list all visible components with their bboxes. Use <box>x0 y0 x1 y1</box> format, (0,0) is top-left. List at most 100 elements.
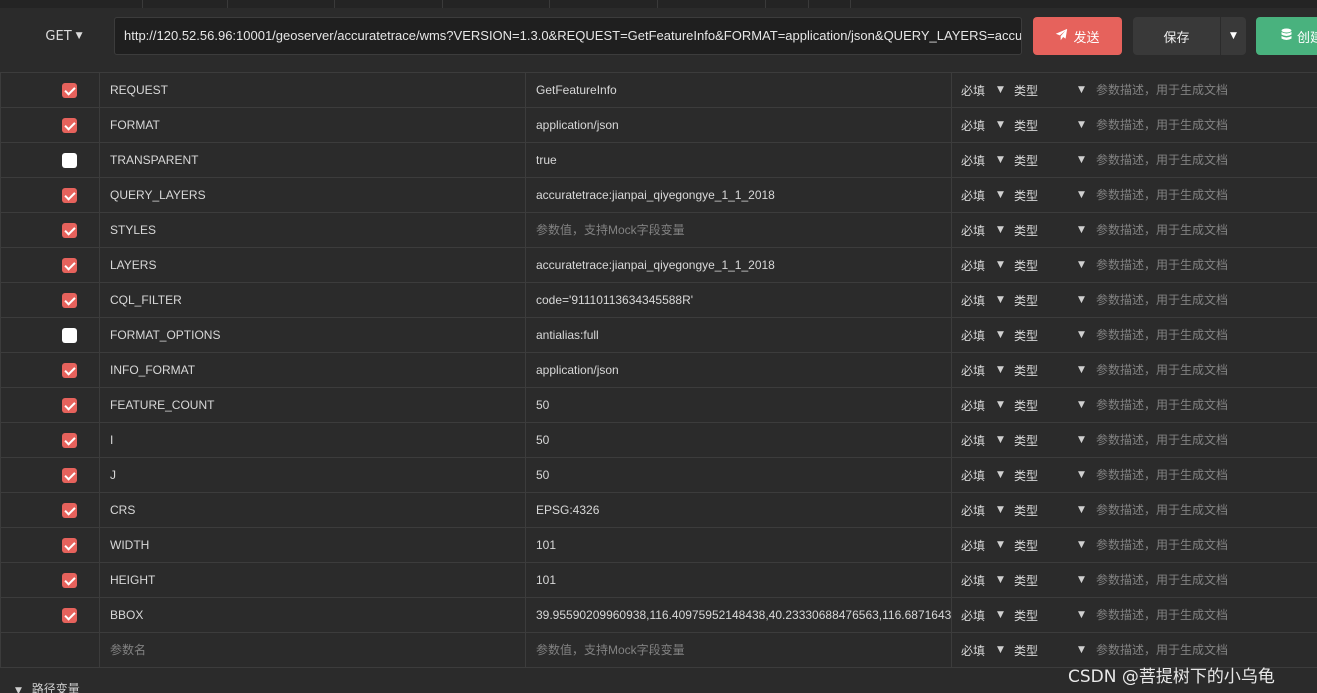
param-description-input[interactable]: 参数描述，用于生成文档 <box>1088 73 1317 107</box>
type-select[interactable]: 类型 ▼ <box>1008 248 1088 282</box>
type-select[interactable]: 类型 ▼ <box>1008 73 1088 107</box>
enable-checkbox[interactable] <box>62 468 77 483</box>
enable-checkbox[interactable] <box>62 258 77 273</box>
required-select[interactable]: 必填 ▼ <box>952 213 1008 247</box>
required-select[interactable]: 必填 ▼ <box>952 178 1008 212</box>
param-name-input[interactable]: FEATURE_COUNT <box>100 388 526 422</box>
required-select[interactable]: 必填 ▼ <box>952 423 1008 457</box>
type-select[interactable]: 类型 ▼ <box>1008 528 1088 562</box>
required-select[interactable]: 必填 ▼ <box>952 248 1008 282</box>
type-select[interactable]: 类型 ▼ <box>1008 353 1088 387</box>
param-value-input[interactable]: antialias:full <box>526 318 952 352</box>
new-param-name-input[interactable]: 参数名 <box>100 633 526 667</box>
param-description-input[interactable]: 参数描述，用于生成文档 <box>1088 318 1317 352</box>
param-description-input[interactable]: 参数描述，用于生成文档 <box>1088 423 1317 457</box>
method-select[interactable]: GET ▼ <box>22 17 106 55</box>
required-select[interactable]: 必填 ▼ <box>952 318 1008 352</box>
type-select[interactable]: 类型 ▼ <box>1008 493 1088 527</box>
create-button[interactable]: 创建 <box>1256 17 1317 55</box>
param-value-input[interactable]: application/json <box>526 108 952 142</box>
path-variables-toggle[interactable]: ▼ 路径变量 <box>15 680 80 693</box>
param-description-input[interactable]: 参数描述，用于生成文档 <box>1088 283 1317 317</box>
required-select[interactable]: 必填 ▼ <box>952 353 1008 387</box>
param-value-input[interactable]: 101 <box>526 563 952 597</box>
required-select[interactable]: 必填 ▼ <box>952 528 1008 562</box>
param-description-input[interactable]: 参数描述，用于生成文档 <box>1088 108 1317 142</box>
required-select[interactable]: 必填 ▼ <box>952 633 1008 667</box>
enable-checkbox[interactable] <box>62 118 77 133</box>
param-description-input[interactable]: 参数描述，用于生成文档 <box>1088 178 1317 212</box>
type-select[interactable]: 类型 ▼ <box>1008 563 1088 597</box>
param-value-input[interactable]: accuratetrace:jianpai_qiyegongye_1_1_201… <box>526 178 952 212</box>
param-value-input[interactable]: accuratetrace:jianpai_qiyegongye_1_1_201… <box>526 248 952 282</box>
param-name-input[interactable]: STYLES <box>100 213 526 247</box>
param-description-input[interactable]: 参数描述，用于生成文档 <box>1088 143 1317 177</box>
param-name-input[interactable]: HEIGHT <box>100 563 526 597</box>
send-button[interactable]: 发送 <box>1033 17 1122 55</box>
enable-checkbox[interactable] <box>62 363 77 378</box>
type-select[interactable]: 类型 ▼ <box>1008 318 1088 352</box>
enable-checkbox[interactable] <box>62 608 77 623</box>
param-value-input[interactable]: application/json <box>526 353 952 387</box>
param-value-input[interactable]: 39.95590209960938,116.40975952148438,40.… <box>526 598 952 632</box>
param-description-input[interactable]: 参数描述，用于生成文档 <box>1088 493 1317 527</box>
required-select[interactable]: 必填 ▼ <box>952 108 1008 142</box>
enable-checkbox[interactable] <box>62 223 77 238</box>
url-input[interactable]: http://120.52.56.96:10001/geoserver/accu… <box>114 17 1022 55</box>
type-select[interactable]: 类型 ▼ <box>1008 283 1088 317</box>
enable-checkbox[interactable] <box>62 538 77 553</box>
enable-checkbox[interactable] <box>62 398 77 413</box>
param-name-input[interactable]: INFO_FORMAT <box>100 353 526 387</box>
param-name-input[interactable]: REQUEST <box>100 73 526 107</box>
enable-checkbox[interactable] <box>62 503 77 518</box>
enable-checkbox[interactable] <box>62 573 77 588</box>
param-value-input[interactable]: 101 <box>526 528 952 562</box>
param-description-input[interactable]: 参数描述，用于生成文档 <box>1088 213 1317 247</box>
param-name-input[interactable]: BBOX <box>100 598 526 632</box>
type-select[interactable]: 类型 ▼ <box>1008 388 1088 422</box>
param-description-input[interactable]: 参数描述，用于生成文档 <box>1088 598 1317 632</box>
required-select[interactable]: 必填 ▼ <box>952 598 1008 632</box>
required-select[interactable]: 必填 ▼ <box>952 283 1008 317</box>
save-dropdown-button[interactable]: ▼ <box>1220 17 1246 55</box>
param-description-input[interactable]: 参数描述，用于生成文档 <box>1088 458 1317 492</box>
param-value-input[interactable]: 50 <box>526 458 952 492</box>
required-select[interactable]: 必填 ▼ <box>952 493 1008 527</box>
enable-checkbox[interactable] <box>62 83 77 98</box>
required-select[interactable]: 必填 ▼ <box>952 143 1008 177</box>
type-select[interactable]: 类型 ▼ <box>1008 423 1088 457</box>
param-name-input[interactable]: TRANSPARENT <box>100 143 526 177</box>
param-name-input[interactable]: LAYERS <box>100 248 526 282</box>
param-value-input[interactable]: 50 <box>526 423 952 457</box>
param-name-input[interactable]: J <box>100 458 526 492</box>
param-name-input[interactable]: FORMAT_OPTIONS <box>100 318 526 352</box>
enable-checkbox[interactable] <box>62 328 77 343</box>
param-value-input[interactable]: code='91110113634345588R' <box>526 283 952 317</box>
required-select[interactable]: 必填 ▼ <box>952 563 1008 597</box>
enable-checkbox[interactable] <box>62 188 77 203</box>
type-select[interactable]: 类型 ▼ <box>1008 178 1088 212</box>
required-select[interactable]: 必填 ▼ <box>952 73 1008 107</box>
new-param-value-input[interactable]: 参数值，支持Mock字段变量 <box>526 633 952 667</box>
param-description-input[interactable]: 参数描述，用于生成文档 <box>1088 248 1317 282</box>
param-name-input[interactable]: WIDTH <box>100 528 526 562</box>
enable-checkbox[interactable] <box>62 433 77 448</box>
param-name-input[interactable]: FORMAT <box>100 108 526 142</box>
param-name-input[interactable]: CQL_FILTER <box>100 283 526 317</box>
save-button[interactable]: 保存 <box>1133 17 1220 55</box>
param-value-input[interactable]: 参数值，支持Mock字段变量 <box>526 213 952 247</box>
param-description-input[interactable]: 参数描述，用于生成文档 <box>1088 353 1317 387</box>
param-description-input[interactable]: 参数描述，用于生成文档 <box>1088 563 1317 597</box>
param-value-input[interactable]: EPSG:4326 <box>526 493 952 527</box>
required-select[interactable]: 必填 ▼ <box>952 388 1008 422</box>
required-select[interactable]: 必填 ▼ <box>952 458 1008 492</box>
type-select[interactable]: 类型 ▼ <box>1008 108 1088 142</box>
param-name-input[interactable]: QUERY_LAYERS <box>100 178 526 212</box>
enable-checkbox[interactable] <box>62 153 77 168</box>
type-select[interactable]: 类型 ▼ <box>1008 213 1088 247</box>
type-select[interactable]: 类型 ▼ <box>1008 458 1088 492</box>
param-value-input[interactable]: GetFeatureInfo <box>526 73 952 107</box>
param-description-input[interactable]: 参数描述，用于生成文档 <box>1088 528 1317 562</box>
param-value-input[interactable]: 50 <box>526 388 952 422</box>
type-select[interactable]: 类型 ▼ <box>1008 143 1088 177</box>
